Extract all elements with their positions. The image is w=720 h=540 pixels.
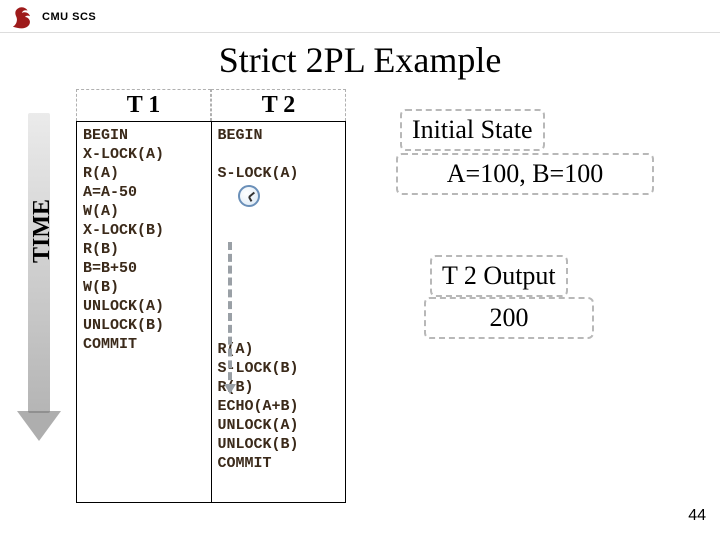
t2-op: R(A) [218, 340, 340, 359]
slide-header: CMU SCS [0, 0, 720, 33]
t1-op: UNLOCK(A) [83, 297, 205, 316]
t2-column: BEGIN S-LOCK(A) R(A) S-LOCK(B) R(B) ECHO… [211, 122, 346, 502]
t2-op: UNLOCK(B) [218, 435, 340, 454]
slide-title: Strict 2PL Example [0, 39, 720, 81]
t2-op: S-LOCK(B) [218, 359, 340, 378]
t2-output-value: 200 [424, 297, 594, 339]
t1-column: BEGIN X-LOCK(A) R(A) A=A-50 W(A) X-LOCK(… [77, 122, 211, 502]
t1-op: R(B) [83, 240, 205, 259]
t2-op: UNLOCK(A) [218, 416, 340, 435]
t1-op: COMMIT [83, 335, 205, 354]
t1-op: X-LOCK(B) [83, 221, 205, 240]
initial-state-label: Initial State [400, 109, 545, 151]
griffin-logo-icon [8, 4, 34, 30]
t2-op: BEGIN [218, 126, 340, 145]
t2-op: R(B) [218, 378, 340, 397]
t1-op: X-LOCK(A) [83, 145, 205, 164]
schedule-table: T 1 T 2 BEGIN X-LOCK(A) R(A) A=A-50 W(A)… [76, 89, 346, 503]
t1-header: T 1 [76, 89, 211, 121]
t2-op: S-LOCK(A) [218, 164, 340, 183]
t1-op: W(B) [83, 278, 205, 297]
t1-op: BEGIN [83, 126, 205, 145]
t1-op: R(A) [83, 164, 205, 183]
wait-arrow-icon [228, 242, 232, 392]
slide-body: TIME T 1 T 2 BEGIN X-LOCK(A) R(A) A=A-50… [0, 85, 720, 531]
t2-header: T 2 [211, 89, 346, 121]
clock-wait-icon [238, 185, 260, 207]
t1-op: W(A) [83, 202, 205, 221]
t1-op: UNLOCK(B) [83, 316, 205, 335]
t1-op: A=A-50 [83, 183, 205, 202]
time-arrow-icon: TIME [14, 113, 64, 443]
page-number: 44 [688, 507, 706, 525]
t1-op: B=B+50 [83, 259, 205, 278]
t2-op: ECHO(A+B) [218, 397, 340, 416]
initial-state-value: A=100, B=100 [396, 153, 654, 195]
t2-op: COMMIT [218, 454, 340, 473]
t2-output-label: T 2 Output [430, 255, 568, 297]
school-label: CMU SCS [42, 11, 96, 23]
time-axis-label: TIME [29, 199, 56, 263]
